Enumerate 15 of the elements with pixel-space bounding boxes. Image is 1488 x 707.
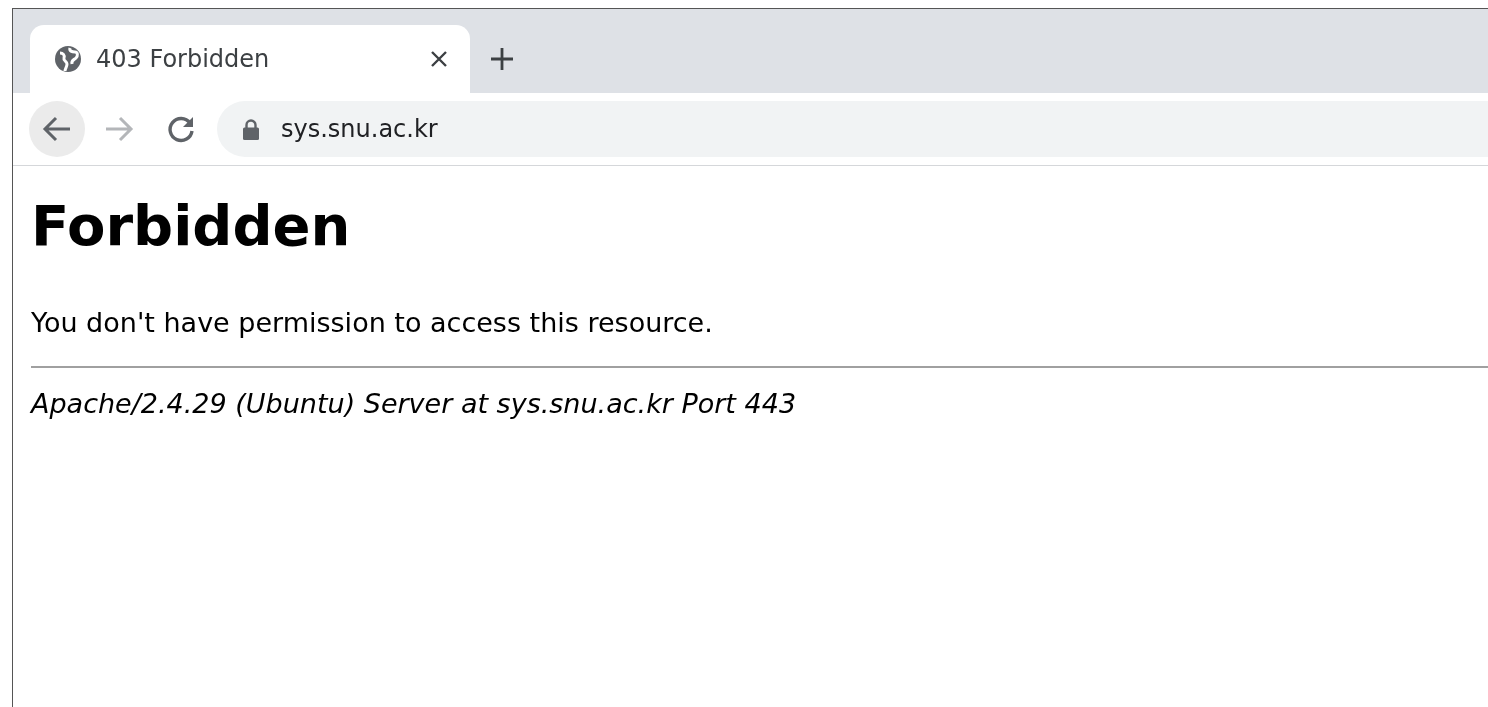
forward-arrow-icon [104, 115, 134, 143]
page-heading: Forbidden [31, 192, 352, 260]
lock-icon[interactable] [243, 118, 259, 140]
url-text: sys.snu.ac.kr [281, 115, 438, 143]
tab-title: 403 Forbidden [96, 45, 271, 73]
server-signature: Apache/2.4.29 (Ubuntu) Server at sys.snu.ac.kr Port 443 [31, 387, 798, 422]
globe-icon [54, 45, 82, 73]
address-bar[interactable]: sys.snu.ac.kr [217, 101, 1488, 157]
back-arrow-icon [42, 115, 72, 143]
error-message: You don't have permission to access this resource. [31, 306, 714, 341]
new-tab-icon[interactable] [490, 47, 514, 71]
reload-icon [166, 114, 196, 144]
back-button[interactable] [29, 101, 85, 157]
browser-tab[interactable]: 403 Forbidden [30, 25, 470, 93]
close-icon[interactable] [430, 50, 448, 68]
